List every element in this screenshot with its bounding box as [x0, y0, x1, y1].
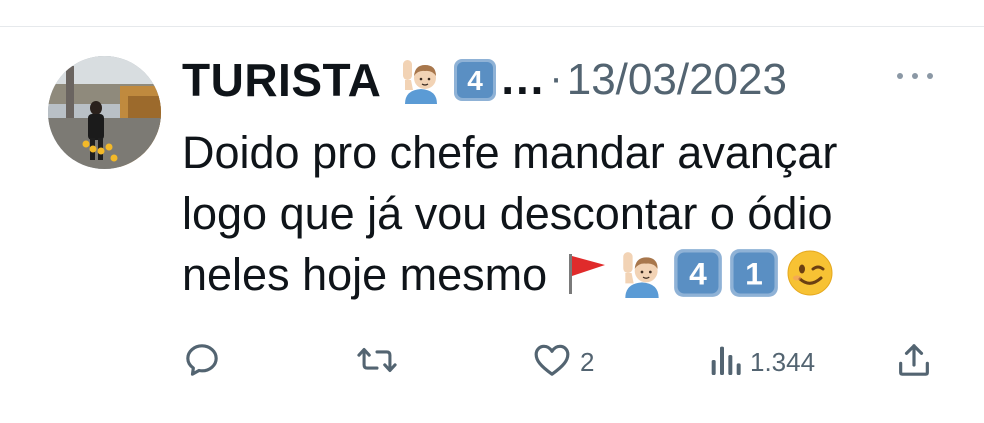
tweet-text-line: logo que já vou descontar o ódio — [182, 188, 833, 239]
tweet-header: TURISTA 4 … · 13/03/2023 — [182, 50, 787, 110]
share-button[interactable] — [894, 338, 934, 386]
heart-icon — [532, 340, 572, 385]
svg-text:1: 1 — [745, 255, 763, 291]
share-icon — [894, 340, 934, 385]
like-count: 2 — [580, 346, 595, 377]
views-count: 1.344 — [750, 346, 816, 377]
avatar[interactable] — [48, 56, 161, 169]
svg-text:4: 4 — [689, 255, 707, 291]
author-display-name[interactable]: TURISTA — [182, 53, 381, 107]
raising-hand-man-emoji-icon — [397, 56, 445, 104]
more-icon — [897, 73, 903, 79]
header-separator: · — [549, 55, 563, 100]
views-icon — [708, 340, 742, 385]
keycap-1-emoji-icon: 1 — [729, 248, 779, 298]
name-truncation: … — [499, 52, 546, 104]
reply-button[interactable] — [182, 338, 230, 386]
tweet-text-line: Doido pro chefe mandar avançar — [182, 127, 838, 178]
winking-face-emoji-icon — [785, 248, 835, 298]
retweet-icon — [356, 340, 398, 385]
tweet-text-line-3: neles hoje mesmo — [182, 249, 548, 300]
red-flag-emoji-icon — [561, 248, 611, 298]
raising-hand-man-emoji-icon — [617, 248, 667, 298]
views-button[interactable]: 1.344 — [708, 338, 815, 386]
keycap-4-emoji-icon: 4 — [673, 248, 723, 298]
tweet-card[interactable]: TURISTA 4 … · 13/03/2023 Doido pro chefe… — [0, 0, 984, 423]
divider — [0, 26, 984, 27]
tweet-actions: 2 1.344 — [182, 338, 942, 386]
more-options-button[interactable] — [897, 64, 933, 88]
tweet-text: Doido pro chefe mandar avançar logo que … — [182, 122, 942, 305]
tweet-text-line: neles hoje mesmo 4 1 — [182, 244, 942, 305]
svg-text:4: 4 — [468, 65, 484, 96]
reply-icon — [182, 340, 222, 385]
retweet-button[interactable] — [356, 338, 406, 386]
tweet-timestamp[interactable]: 13/03/2023 — [567, 55, 787, 105]
keycap-4-emoji-icon: 4 — [453, 58, 497, 102]
like-button[interactable]: 2 — [532, 338, 594, 386]
